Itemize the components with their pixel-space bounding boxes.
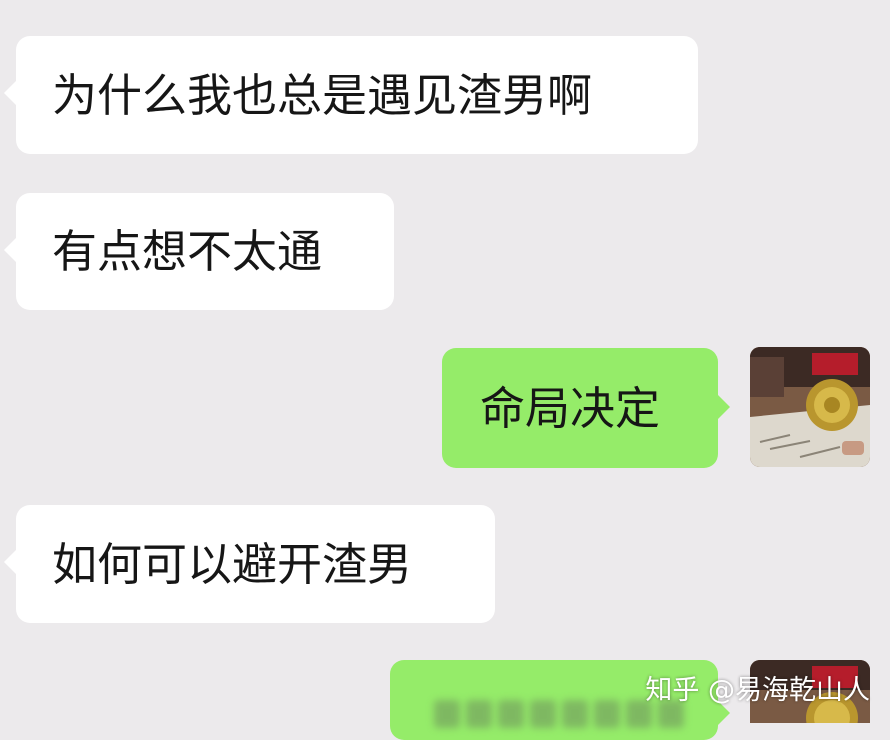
bubble-tail	[4, 237, 17, 263]
bubble-tail	[4, 80, 17, 106]
avatar[interactable]	[750, 347, 870, 467]
message-bubble-received[interactable]: 有点想不太通	[4, 193, 394, 310]
avatar-photo-icon	[750, 347, 870, 467]
message-text: 如何可以避开渣男	[52, 537, 413, 591]
message-bubble-received[interactable]: 为什么我也总是遇见渣男啊	[4, 36, 698, 154]
bubble-tail	[4, 549, 17, 575]
message-text: 为什么我也总是遇见渣男啊	[52, 68, 593, 122]
message-bubble-received[interactable]: 如何可以避开渣男	[4, 505, 495, 623]
watermark: 知乎 @易海乾山人	[645, 675, 870, 706]
message-text: 有点想不太通	[52, 225, 323, 278]
bubble-tail	[717, 394, 730, 420]
message-text: 命局决定	[480, 381, 661, 435]
message-bubble-sent[interactable]: 命局决定	[442, 348, 730, 468]
